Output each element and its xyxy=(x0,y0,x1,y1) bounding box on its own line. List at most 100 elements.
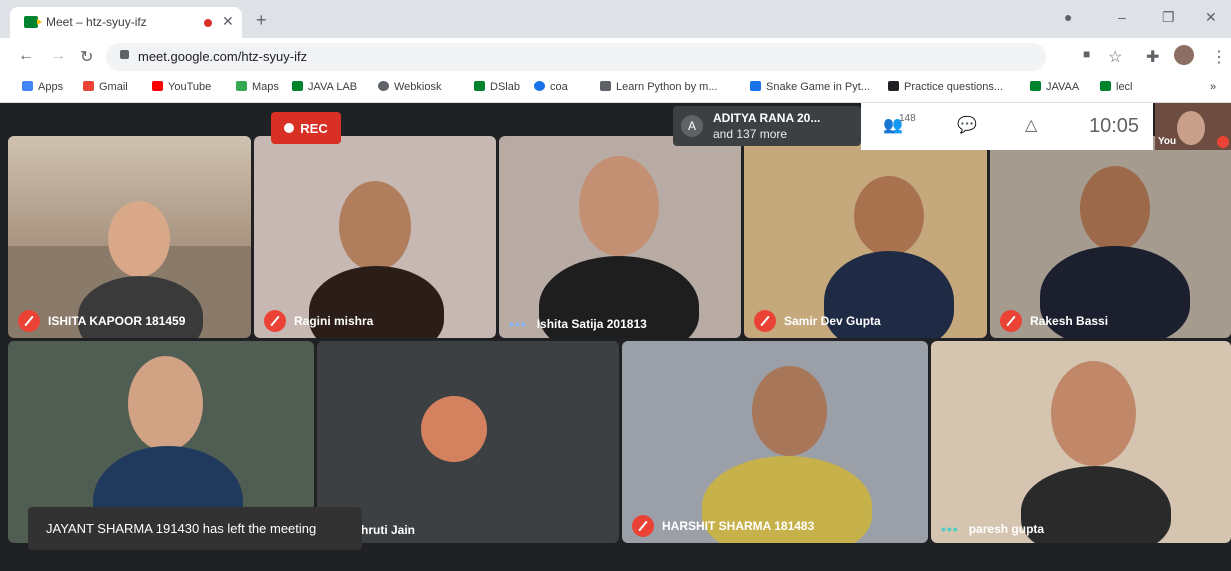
participant-tile[interactable]: ISHITA KAPOOR 181459 xyxy=(8,136,251,338)
bookmark-label: DSlab xyxy=(490,81,520,93)
bookmark-label: Snake Game in Pyt... xyxy=(766,81,870,93)
participant-tile[interactable]: Ragini mishra xyxy=(254,136,496,338)
rec-label: REC xyxy=(300,120,328,136)
minimize-button[interactable]: – xyxy=(1118,9,1126,25)
mic-off-icon xyxy=(264,310,286,332)
profile-status-icon: ● xyxy=(1064,9,1073,25)
participant-tile[interactable]: ••• Ishita Satija 201813 xyxy=(499,136,741,338)
participant-name: HARSHIT SHARMA 181483 xyxy=(632,515,814,537)
bookmark-practice[interactable]: Practice questions... xyxy=(888,81,1003,93)
participant-name: ••• paresh gupta xyxy=(941,521,1044,537)
participant-head xyxy=(1051,361,1136,466)
presenter-chip[interactable]: A ADITYA RANA 20... and 137 more xyxy=(673,106,861,146)
close-tab-icon[interactable]: ✕ xyxy=(222,13,234,30)
tab-strip: Meet – htz-syuy-ifz ✕ + ● – ❐ ✕ xyxy=(0,0,1231,38)
participant-name: Ragini mishra xyxy=(264,310,373,332)
participant-name: hruti Jain xyxy=(361,523,415,537)
restore-button[interactable]: ❐ xyxy=(1162,9,1175,26)
forward-button[interactable]: → xyxy=(50,47,66,65)
meet-icon xyxy=(474,81,485,91)
participant-name: ••• Ishita Satija 201813 xyxy=(509,316,647,332)
profile-avatar[interactable] xyxy=(1174,45,1194,65)
recording-badge: REC xyxy=(271,112,341,144)
participant-tile[interactable]: hruti Jain xyxy=(317,341,619,543)
play-icon xyxy=(888,81,899,91)
meet-icon xyxy=(1030,81,1041,91)
participant-avatar xyxy=(421,396,487,462)
bookmark-label: coa xyxy=(550,81,568,93)
bookmark-javalab[interactable]: JAVA LAB xyxy=(292,81,357,93)
bookmark-label: YouTube xyxy=(168,81,212,93)
participant-name: ISHITA KAPOOR 181459 xyxy=(18,310,185,332)
audio-level-icon: ••• xyxy=(941,521,959,537)
bookmark-label: lecl xyxy=(1116,81,1133,93)
mic-off-icon xyxy=(632,515,654,537)
bookmark-label: Practice questions... xyxy=(904,81,1004,93)
participant-tile[interactable]: Samir Dev Gupta xyxy=(744,136,987,338)
bookmark-dslab[interactable]: DSlab xyxy=(474,81,520,93)
maps-icon xyxy=(236,81,247,91)
chat-icon[interactable]: 💬 xyxy=(957,115,977,135)
bookmark-label: JAVA LAB xyxy=(308,81,358,93)
menu-icon[interactable]: ⋮ xyxy=(1211,47,1227,67)
bookmark-snake-game[interactable]: Snake Game in Pyt... xyxy=(750,81,870,93)
participant-name-label: HARSHIT SHARMA 181483 xyxy=(662,519,815,533)
more-bookmarks-icon[interactable]: » xyxy=(1210,81,1216,93)
camera-indicator-icon[interactable]: ■ xyxy=(1083,47,1090,61)
edureka-icon xyxy=(750,81,761,91)
new-tab-button[interactable]: + xyxy=(256,10,267,31)
mic-off-icon xyxy=(1000,310,1022,332)
self-view-tile[interactable]: You xyxy=(1155,103,1231,150)
participant-name-label: hruti Jain xyxy=(361,523,416,537)
participant-tile[interactable]: HARSHIT SHARMA 181483 xyxy=(622,341,928,543)
participant-head xyxy=(579,156,659,256)
participant-head xyxy=(752,366,827,456)
participant-name-label: ISHITA KAPOOR 181459 xyxy=(48,314,186,328)
activities-icon[interactable]: △ xyxy=(1025,115,1037,135)
participant-name-label: Ishita Satija 201813 xyxy=(536,317,647,331)
bookmark-gmail[interactable]: Gmail xyxy=(83,81,128,93)
omnibox[interactable]: meet.google.com/htz-syuy-ifz xyxy=(106,43,1046,71)
close-window-button[interactable]: ✕ xyxy=(1205,9,1217,26)
participant-tile[interactable]: Rakesh Bassi xyxy=(990,136,1231,338)
participant-tile[interactable]: ••• paresh gupta xyxy=(931,341,1231,543)
presenter-more: and 137 more xyxy=(713,127,788,141)
bookmark-star-icon[interactable]: ☆ xyxy=(1108,47,1122,67)
lock-icon xyxy=(120,50,129,59)
back-button[interactable]: ← xyxy=(18,47,34,65)
youtube-icon xyxy=(152,81,163,91)
bookmark-youtube[interactable]: YouTube xyxy=(152,81,211,93)
audio-level-icon: ••• xyxy=(509,316,527,332)
bookmark-maps[interactable]: Maps xyxy=(236,81,279,93)
bookmark-javaa[interactable]: JAVAA xyxy=(1030,81,1079,93)
meeting-topbar: 👥 148 💬 △ 10:05 xyxy=(861,103,1153,150)
bookmark-coa[interactable]: coa xyxy=(534,81,568,93)
bookmark-lecl[interactable]: lecl xyxy=(1100,81,1133,93)
mic-off-icon xyxy=(1217,136,1229,148)
record-dot-icon xyxy=(284,123,295,133)
extensions-icon[interactable]: ✚ xyxy=(1146,47,1159,67)
participant-head xyxy=(108,201,170,277)
bookmark-webkiosk[interactable]: Webkiosk xyxy=(378,81,441,93)
search-icon xyxy=(534,81,545,91)
bookmark-label: Maps xyxy=(252,81,279,93)
meet-icon xyxy=(1100,81,1111,91)
participant-head xyxy=(1080,166,1150,251)
browser-tab[interactable]: Meet – htz-syuy-ifz ✕ xyxy=(10,7,242,38)
meeting-clock: 10:05 xyxy=(1089,115,1140,137)
bookmark-label: Gmail xyxy=(99,81,128,93)
mic-off-icon xyxy=(754,310,776,332)
gmail-icon xyxy=(83,81,94,91)
reload-button[interactable]: ↻ xyxy=(80,47,93,67)
meet-favicon-icon xyxy=(24,16,42,28)
url-text: meet.google.com/htz-syuy-ifz xyxy=(138,49,308,64)
address-bar: ← → ↻ meet.google.com/htz-syuy-ifz ■ ☆ ✚… xyxy=(0,38,1231,76)
participant-name: Samir Dev Gupta xyxy=(754,310,881,332)
notification-toast: JAYANT SHARMA 191430 has left the meetin… xyxy=(28,507,362,550)
participant-name-label: Samir Dev Gupta xyxy=(784,314,881,328)
bookmark-apps[interactable]: Apps xyxy=(22,81,63,93)
self-label: You xyxy=(1158,136,1177,147)
presenter-name: ADITYA RANA 20... xyxy=(713,111,821,125)
participant-name-label: Rakesh Bassi xyxy=(1030,314,1109,328)
bookmark-learn-python[interactable]: Learn Python by m... xyxy=(600,81,718,93)
